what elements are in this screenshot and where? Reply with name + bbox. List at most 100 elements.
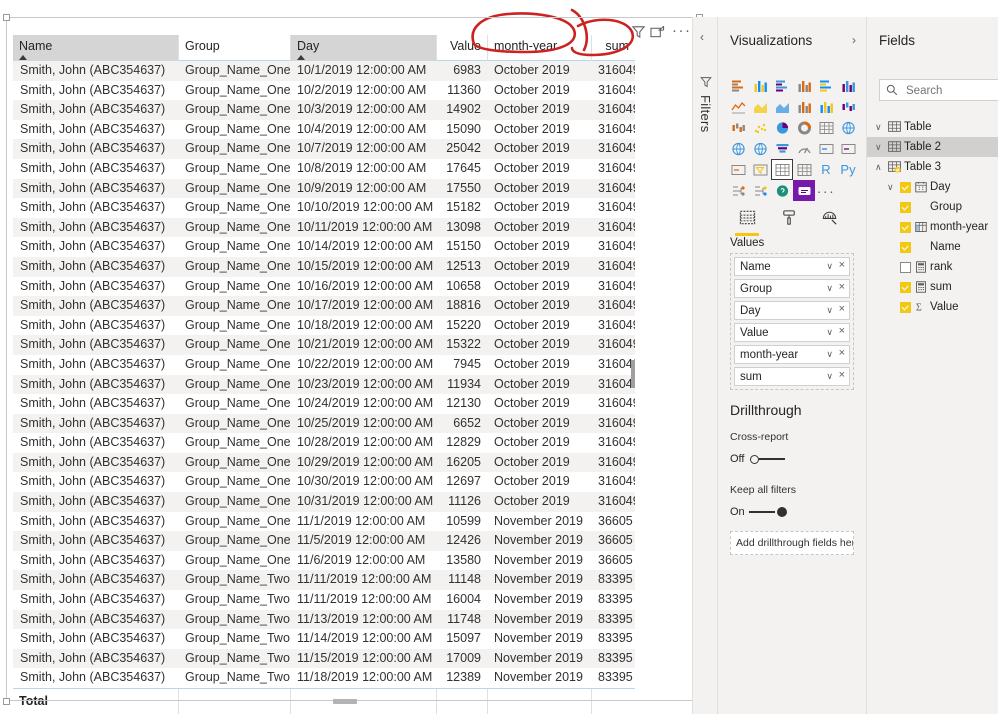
table-row[interactable]: Smith, John (ABC354637) Group_Name_One 10/… bbox=[13, 492, 635, 512]
table-row[interactable]: Smith, John (ABC354637) Group_Name_One 10/… bbox=[13, 100, 635, 120]
column-header-value[interactable]: Value bbox=[436, 35, 487, 61]
smart-narrative-icon[interactable] bbox=[793, 180, 815, 201]
resize-handle-bottom-center[interactable] bbox=[333, 699, 357, 704]
field-item-name[interactable]: Name bbox=[867, 237, 998, 257]
field-checkbox[interactable] bbox=[900, 301, 911, 313]
table-row[interactable]: Smith, John (ABC354637) Group_Name_One 10/… bbox=[13, 217, 635, 238]
table-visual[interactable]: Name Group Day Value month-year sum Smith, Jo… bbox=[6, 17, 696, 714]
remove-field-icon[interactable]: × bbox=[839, 325, 845, 337]
qna-icon[interactable] bbox=[771, 180, 793, 201]
chevron-down-icon[interactable] bbox=[875, 142, 888, 153]
chevron-down-icon[interactable]: ∨ bbox=[826, 283, 833, 294]
gauge-chart-icon[interactable] bbox=[793, 138, 815, 159]
stacked-area-chart-icon[interactable] bbox=[771, 96, 793, 117]
values-well-item[interactable]: Name ∨ × bbox=[734, 257, 850, 276]
column-header-day[interactable]: Day bbox=[290, 35, 436, 61]
more-options-icon[interactable]: ··· bbox=[672, 22, 692, 39]
table-row[interactable]: Smith, John (ABC354637) Group_Name_One 11/… bbox=[13, 551, 635, 571]
treemap-icon[interactable] bbox=[815, 117, 837, 138]
field-item-value[interactable]: Σ Value bbox=[867, 297, 998, 317]
chevron-down-icon[interactable] bbox=[875, 122, 888, 133]
table-row[interactable]: Smith, John (ABC354637) Group_Name_One 10/… bbox=[13, 296, 635, 316]
remove-field-icon[interactable]: × bbox=[839, 303, 845, 315]
table-row[interactable]: Smith, John (ABC354637) Group_Name_One 10/… bbox=[13, 335, 635, 355]
toggle-knob[interactable] bbox=[776, 507, 787, 517]
table-row[interactable]: Smith, John (ABC354637) Group_Name_One 10/… bbox=[13, 433, 635, 453]
pie-chart-icon[interactable] bbox=[771, 117, 793, 138]
visualization-pane-tabs[interactable] bbox=[732, 202, 852, 236]
area-chart-icon[interactable] bbox=[749, 96, 771, 117]
donut-chart-icon[interactable] bbox=[793, 117, 815, 138]
clustered-column-chart-icon[interactable] bbox=[793, 75, 815, 96]
values-well-item[interactable]: Value ∨ × bbox=[734, 323, 850, 342]
field-item-month-year[interactable]: month-year bbox=[867, 217, 998, 237]
fields-table-table-2[interactable]: Table 2 bbox=[867, 137, 998, 157]
table-row[interactable]: Smith, John (ABC354637) Group_Name_One 10/… bbox=[13, 61, 635, 81]
field-checkbox[interactable] bbox=[900, 181, 911, 193]
filled-map-icon[interactable] bbox=[727, 138, 749, 159]
fields-tree[interactable]: Table Table 2 Table 3 Day Group month-year Nam… bbox=[867, 117, 998, 317]
table-row[interactable]: Smith, John (ABC354637) Group_Name_One 10/… bbox=[13, 277, 635, 297]
search-input-wrapper[interactable] bbox=[879, 79, 998, 101]
table-row[interactable]: Smith, John (ABC354637) Group_Name_One 10/… bbox=[13, 159, 635, 179]
key-influencers-icon[interactable] bbox=[727, 180, 749, 201]
table-row[interactable]: Smith, John (ABC354637) Group_Name_Two 11/… bbox=[13, 629, 635, 649]
resize-handle-bottom-left[interactable] bbox=[3, 698, 10, 705]
table-row[interactable]: Smith, John (ABC354637) Group_Name_Two 11/… bbox=[13, 648, 635, 669]
matrix-icon[interactable] bbox=[793, 159, 815, 180]
slicer-icon[interactable] bbox=[749, 159, 771, 180]
tab-fields[interactable] bbox=[732, 202, 762, 236]
column-header-name[interactable]: Name bbox=[13, 35, 178, 61]
chevron-left-icon[interactable]: ‹ bbox=[700, 30, 704, 44]
table-row[interactable]: Smith, John (ABC354637) Group_Name_One 10/… bbox=[13, 472, 635, 492]
field-checkbox[interactable] bbox=[900, 201, 911, 213]
table-row[interactable]: Smith, John (ABC354637) Group_Name_Two 11/… bbox=[13, 570, 635, 591]
report-canvas[interactable]: Name Group Day Value month-year sum Smith, Jo… bbox=[0, 0, 700, 714]
cross-report-toggle[interactable]: Off bbox=[730, 453, 786, 465]
values-field-wells[interactable]: Name ∨ × Group ∨ × Day ∨ × Value ∨ × month-year ∨ × sum… bbox=[730, 253, 854, 390]
table-row[interactable]: Smith, John (ABC354637) Group_Name_One 10/… bbox=[13, 237, 635, 257]
remove-field-icon[interactable]: × bbox=[839, 347, 845, 359]
field-item-rank[interactable]: rank bbox=[867, 257, 998, 277]
decomposition-tree-icon[interactable] bbox=[749, 180, 771, 201]
table-row[interactable]: Smith, John (ABC354637) Group_Name_One 11/… bbox=[13, 531, 635, 551]
chevron-down-icon[interactable]: ∨ bbox=[826, 305, 833, 316]
more-visuals-icon[interactable]: ··· bbox=[815, 180, 837, 201]
python-visual-icon[interactable]: Py bbox=[837, 159, 859, 180]
chevron-down-icon[interactable]: ∨ bbox=[826, 371, 833, 382]
table-row[interactable]: Smith, John (ABC354637) Group_Name_One 10/… bbox=[13, 120, 635, 140]
stacked-bar-chart-icon[interactable] bbox=[727, 75, 749, 96]
field-checkbox[interactable] bbox=[900, 221, 911, 233]
table-icon[interactable] bbox=[771, 159, 793, 180]
column-header-group[interactable]: Group bbox=[178, 35, 290, 61]
table-row[interactable]: Smith, John (ABC354637) Group_Name_Two 11/… bbox=[13, 668, 635, 688]
table-row[interactable]: Smith, John (ABC354637) Group_Name_One 10/… bbox=[13, 452, 635, 473]
fields-table-table-3[interactable]: Table 3 bbox=[867, 157, 998, 177]
table-row[interactable]: Smith, John (ABC354637) Group_Name_One 10/… bbox=[13, 355, 635, 375]
scatter-chart-icon[interactable] bbox=[749, 117, 771, 138]
funnel-chart-icon[interactable] bbox=[771, 138, 793, 159]
table-row[interactable]: Smith, John (ABC354637) Group_Name_One 10/… bbox=[13, 256, 635, 277]
fields-table-table[interactable]: Table bbox=[867, 117, 998, 137]
100-stacked-bar-chart-icon[interactable] bbox=[815, 75, 837, 96]
field-checkbox[interactable] bbox=[900, 261, 911, 273]
field-item-group[interactable]: Group bbox=[867, 197, 998, 217]
filters-pane-collapsed[interactable]: ‹ Filters bbox=[692, 17, 718, 714]
field-item-sum[interactable]: sum bbox=[867, 277, 998, 297]
table-row[interactable]: Smith, John (ABC354637) Group_Name_One 11/… bbox=[13, 512, 635, 532]
table-row[interactable]: Smith, John (ABC354637) Group_Name_One 10/… bbox=[13, 139, 635, 159]
keep-all-filters-toggle[interactable]: On bbox=[730, 506, 789, 518]
table-row[interactable]: Smith, John (ABC354637) Group_Name_Two 11/… bbox=[13, 609, 635, 630]
scrollbar-thumb[interactable] bbox=[631, 360, 635, 388]
map-icon[interactable] bbox=[837, 117, 859, 138]
resize-handle-top-left[interactable] bbox=[3, 14, 10, 21]
line-and-clustered-column-chart-icon[interactable] bbox=[815, 96, 837, 117]
clustered-bar-chart-icon[interactable] bbox=[771, 75, 793, 96]
table-row[interactable]: Smith, John (ABC354637) Group_Name_Two 11/… bbox=[13, 590, 635, 610]
table-row[interactable]: Smith, John (ABC354637) Group_Name_One 10/… bbox=[13, 413, 635, 434]
column-header-my[interactable]: month-year bbox=[487, 35, 591, 61]
focus-mode-icon[interactable] bbox=[650, 25, 665, 42]
tab-analytics[interactable] bbox=[814, 202, 844, 232]
table-row[interactable]: Smith, John (ABC354637) Group_Name_One 10/… bbox=[13, 394, 635, 414]
values-well-item[interactable]: month-year ∨ × bbox=[734, 345, 850, 364]
